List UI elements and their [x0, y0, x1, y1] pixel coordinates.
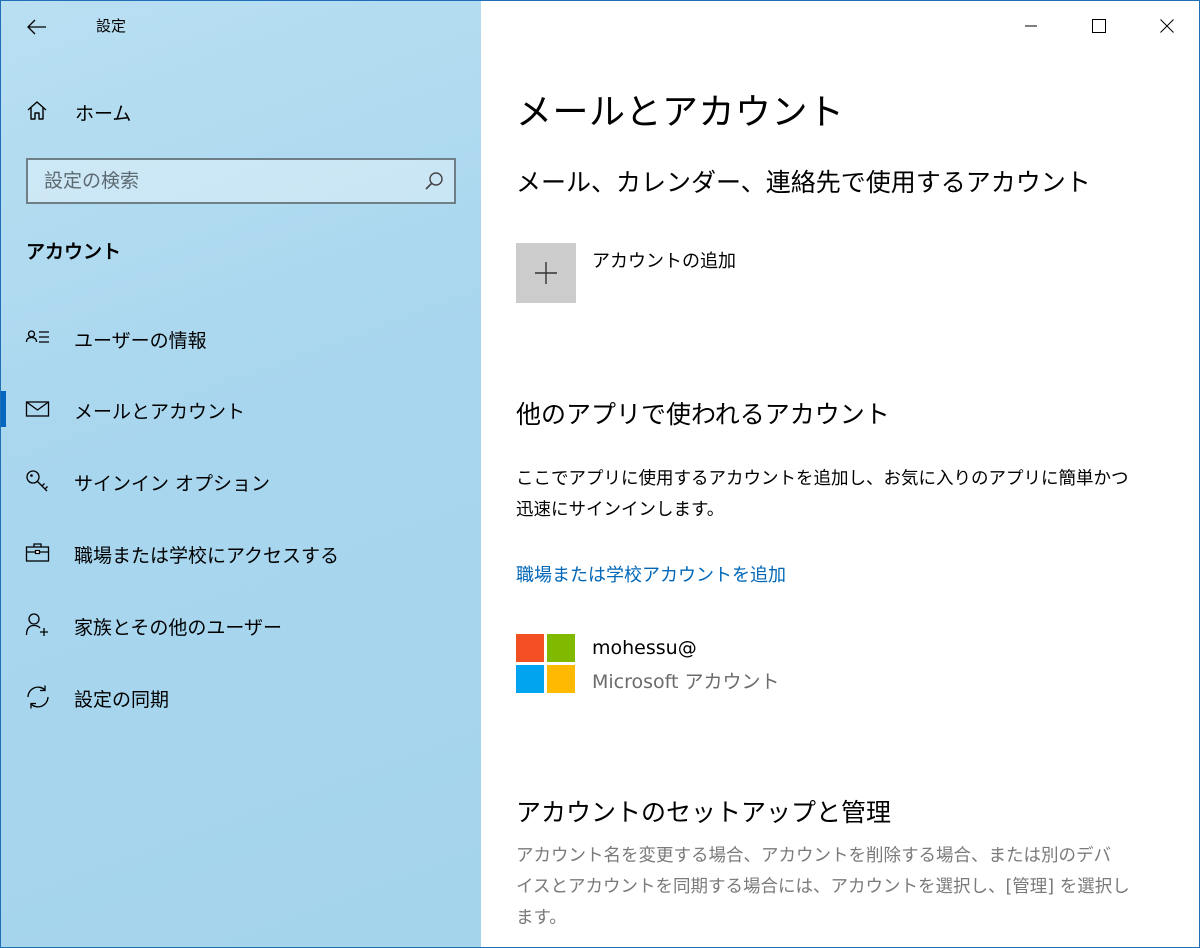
sync-icon — [27, 685, 49, 709]
sidebar-item-family-users[interactable]: 家族とその他のユーザー — [1, 597, 481, 653]
logo-red-square — [516, 634, 544, 662]
search-icon[interactable] — [424, 171, 444, 191]
home-nav-item[interactable]: ホーム — [1, 89, 481, 133]
sidebar-item-label: 家族とその他のユーザー — [74, 617, 283, 639]
add-account-button[interactable]: アカウントの追加 — [516, 243, 836, 303]
minimize-button[interactable] — [997, 1, 1065, 51]
logo-yellow-square — [547, 665, 575, 693]
close-icon — [1160, 19, 1174, 33]
key-icon — [26, 470, 48, 492]
description-line: ここでアプリに使用するアカウントを追加し、お気に入りのアプリに簡単かつ — [516, 469, 1129, 489]
logo-blue-square — [516, 665, 544, 693]
microsoft-logo-icon — [516, 634, 576, 694]
title-bar: 設定 — [1, 1, 481, 51]
user-info-icon — [25, 330, 49, 343]
maximize-icon — [1092, 19, 1106, 33]
sidebar-item-label: メールとアカウント — [74, 401, 246, 423]
window-controls — [997, 1, 1199, 51]
plus-icon — [535, 262, 557, 284]
sidebar-item-label: ユーザーの情報 — [74, 330, 207, 352]
sidebar-item-mail-accounts[interactable]: メールとアカウント — [1, 381, 481, 437]
home-label: ホーム — [75, 103, 132, 125]
maximize-button[interactable] — [1065, 1, 1133, 51]
account-type: Microsoft アカウント — [592, 671, 780, 693]
manage-section-description: アカウント名を変更する場合、アカウントを削除する場合、または別のデバ イスとアカ… — [516, 841, 1166, 934]
description-line: アカウント名を変更する場合、アカウントを削除する場合、または別のデバ — [516, 846, 1111, 866]
search-input[interactable] — [28, 160, 408, 202]
home-icon — [27, 101, 47, 120]
section-heading-accounts: アカウント — [26, 241, 122, 263]
sidebar-item-sign-in-options[interactable]: サインイン オプション — [1, 453, 481, 509]
app-title: 設定 — [96, 17, 127, 35]
other-apps-description: ここでアプリに使用するアカウントを追加し、お気に入りのアプリに簡単かつ 迅速にサ… — [516, 464, 1166, 526]
description-line: イスとアカウントを同期する場合には、アカウントを選択し、[管理] を選択し — [516, 877, 1130, 897]
close-button[interactable] — [1133, 1, 1199, 51]
main-content: メールとアカウント メール、カレンダー、連絡先で使用するアカウント アカウントの… — [481, 1, 1199, 947]
account-email: mohessu@ — [592, 637, 697, 659]
sidebar-item-user-info[interactable]: ユーザーの情報 — [1, 310, 481, 366]
sidebar-item-work-school[interactable]: 職場または学校にアクセスする — [1, 525, 481, 581]
search-box[interactable] — [26, 158, 456, 204]
mail-icon — [25, 401, 50, 417]
back-button[interactable] — [15, 9, 59, 45]
sidebar-item-sync-settings[interactable]: 設定の同期 — [1, 669, 481, 725]
description-line: 迅速にサインインします。 — [516, 500, 725, 520]
sidebar-item-label: 職場または学校にアクセスする — [74, 545, 340, 567]
settings-window: 設定 ホーム アカウント ユーザーの情報 — [0, 0, 1200, 948]
briefcase-icon — [25, 543, 50, 562]
sidebar-item-label: 設定の同期 — [74, 689, 170, 711]
minimize-icon — [1025, 25, 1037, 27]
add-work-school-account-link[interactable]: 職場または学校アカウントを追加 — [516, 561, 786, 587]
microsoft-account-item[interactable]: mohessu@ Microsoft アカウント — [516, 633, 916, 695]
sidebar-item-label: サインイン オプション — [74, 473, 271, 495]
sidebar: 設定 ホーム アカウント ユーザーの情報 — [1, 1, 481, 947]
logo-green-square — [547, 634, 575, 662]
mail-section-heading: メール、カレンダー、連絡先で使用するアカウント — [516, 168, 1091, 197]
add-account-label: アカウントの追加 — [592, 251, 736, 272]
description-line: ます。 — [516, 908, 567, 928]
other-apps-heading: 他のアプリで使われるアカウント — [516, 400, 890, 429]
page-title: メールとアカウント — [516, 92, 845, 133]
back-arrow-icon — [27, 19, 46, 35]
add-user-icon — [25, 613, 48, 636]
manage-section-heading: アカウントのセットアップと管理 — [516, 798, 892, 827]
add-tile — [516, 243, 576, 303]
